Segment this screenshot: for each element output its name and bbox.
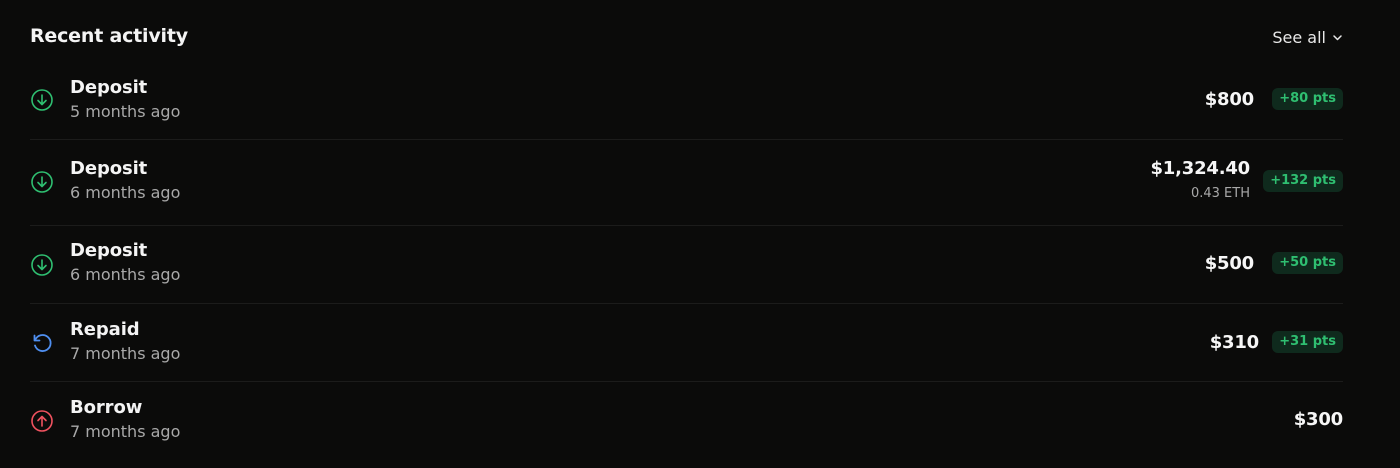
activity-time: 6 months ago <box>70 183 181 202</box>
panel-title: Recent activity <box>30 25 188 47</box>
activity-amount: $310 <box>1209 332 1260 353</box>
activity-amount: $800 <box>1204 89 1255 110</box>
points-badge: +80 pts <box>1272 88 1343 110</box>
activity-row-borrow[interactable]: Borrow 7 months ago $300 <box>30 382 1343 460</box>
activity-time: 5 months ago <box>70 102 181 121</box>
activity-time: 6 months ago <box>70 265 181 284</box>
activity-amount: $1,324.40 <box>1150 158 1250 179</box>
activity-row-deposit[interactable]: Deposit 6 months ago $1,324.40 0.43 ETH … <box>30 140 1343 226</box>
see-all-button[interactable]: See all <box>1272 28 1343 47</box>
activity-row-repaid[interactable]: Repaid 7 months ago $310 +31 pts <box>30 304 1343 382</box>
activity-amount: $300 <box>1293 409 1344 430</box>
activity-amount: $500 <box>1204 253 1255 274</box>
activity-type: Repaid <box>70 319 140 340</box>
panel-header: Recent activity See all <box>30 24 1343 52</box>
activity-row-deposit[interactable]: Deposit 6 months ago $500 +50 pts <box>30 226 1343 304</box>
chevron-down-icon <box>1332 32 1343 43</box>
activity-sub-amount: 0.43 ETH <box>1190 186 1250 201</box>
activity-time: 7 months ago <box>70 422 181 441</box>
activity-type: Deposit <box>70 77 148 98</box>
see-all-label: See all <box>1272 28 1326 47</box>
points-badge: +50 pts <box>1272 252 1343 274</box>
arrow-down-circle-icon <box>30 170 54 194</box>
activity-type: Deposit <box>70 158 148 179</box>
points-badge: +132 pts <box>1263 170 1343 192</box>
refresh-icon <box>30 331 54 355</box>
points-badge: +31 pts <box>1272 331 1343 353</box>
arrow-down-circle-icon <box>30 88 54 112</box>
activity-row-deposit[interactable]: Deposit 5 months ago $800 +80 pts <box>30 62 1343 140</box>
arrow-up-circle-icon <box>30 409 54 433</box>
arrow-down-circle-icon <box>30 253 54 277</box>
activity-time: 7 months ago <box>70 344 181 363</box>
activity-type: Borrow <box>70 397 143 418</box>
recent-activity-panel: Recent activity See all Deposit 5 months… <box>30 0 1343 468</box>
activity-list: Deposit 5 months ago $800 +80 pts Deposi… <box>30 62 1343 460</box>
activity-type: Deposit <box>70 240 148 261</box>
